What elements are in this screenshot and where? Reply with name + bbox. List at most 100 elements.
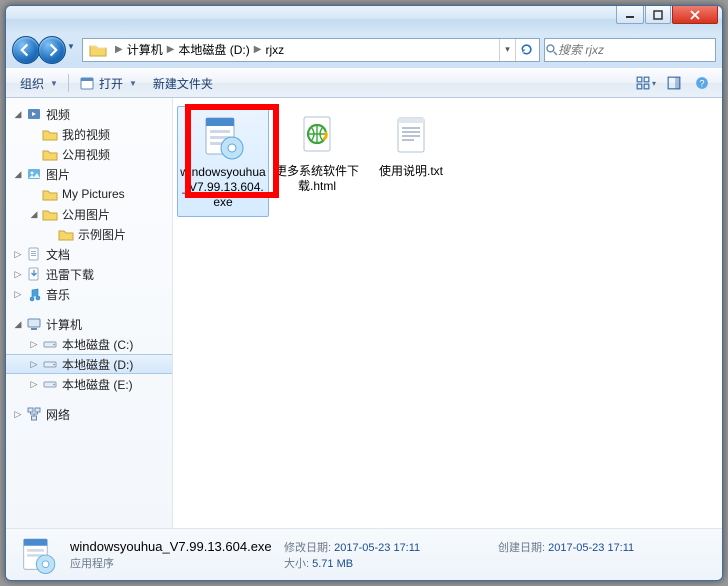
folder-icon: [42, 126, 58, 142]
preview-pane-button[interactable]: [660, 69, 688, 97]
search-icon: [545, 43, 558, 56]
svg-text:?: ?: [699, 79, 704, 89]
file-tile-exe[interactable]: windowsyouhua_V7.99.13.604.exe: [177, 106, 269, 217]
drive-icon: [42, 376, 58, 392]
new-folder-button[interactable]: 新建文件夹: [145, 69, 221, 97]
chevron-down-icon: ▼: [50, 79, 58, 88]
view-options-button[interactable]: [632, 69, 660, 97]
tree-my-pictures[interactable]: My Pictures: [6, 184, 172, 204]
expand-icon[interactable]: ▷: [12, 249, 24, 260]
tree-label: 示例图片: [76, 226, 126, 243]
tree-drive-c[interactable]: ▷ 本地磁盘 (C:): [6, 334, 172, 354]
tree-drive-e[interactable]: ▷ 本地磁盘 (E:): [6, 374, 172, 394]
details-created-label: 创建日期:: [498, 542, 545, 554]
open-label: 打开: [99, 75, 123, 92]
body: ◢ 视频 我的视频 公用视频 ◢ 图片: [6, 98, 722, 528]
details-modified-value: 2017-05-23 17:11: [334, 542, 420, 554]
maximize-icon: [653, 10, 663, 20]
library-music-icon: [26, 286, 42, 302]
details-created: 创建日期: 2017-05-23 17:11: [498, 539, 712, 555]
close-icon: [690, 10, 700, 20]
tree-label: 视频: [44, 106, 70, 123]
tree-label: 图片: [44, 166, 70, 183]
exe-installer-icon: [195, 111, 251, 163]
minimize-icon: [625, 10, 635, 20]
back-button[interactable]: [12, 36, 40, 64]
tree-public-videos[interactable]: 公用视频: [6, 144, 172, 164]
html-file-icon: [289, 110, 345, 162]
txt-file-icon: [383, 110, 439, 162]
expand-icon[interactable]: ▷: [12, 289, 24, 300]
folder-icon: [42, 206, 58, 222]
tree-label: 本地磁盘 (D:): [60, 356, 133, 373]
tree-label: 我的视频: [60, 126, 110, 143]
library-pictures-icon: [26, 166, 42, 182]
folder-icon: [58, 226, 74, 242]
navigation-pane[interactable]: ◢ 视频 我的视频 公用视频 ◢ 图片: [6, 98, 173, 528]
breadcrumb-sep: ▶: [111, 44, 127, 55]
expand-icon[interactable]: ▷: [12, 409, 24, 420]
file-tile-txt[interactable]: 使用说明.txt: [365, 106, 457, 185]
forward-button[interactable]: [38, 36, 66, 64]
search-input[interactable]: [558, 43, 715, 57]
breadcrumb-computer[interactable]: 计算机: [127, 41, 163, 58]
file-list[interactable]: windowsyouhua_V7.99.13.604.exe 更多系统软件下载.…: [173, 98, 722, 528]
tree-public-pictures[interactable]: ◢ 公用图片: [6, 204, 172, 224]
tree-label: 计算机: [44, 316, 82, 333]
collapse-icon[interactable]: ◢: [12, 109, 24, 120]
maximize-button[interactable]: [645, 6, 671, 24]
breadcrumb-folder[interactable]: rjxz: [265, 43, 284, 57]
refresh-button[interactable]: [515, 39, 537, 61]
titlebar: [6, 6, 722, 34]
details-modified: 修改日期: 2017-05-23 17:11: [284, 539, 498, 555]
expand-icon[interactable]: ▷: [28, 359, 40, 370]
file-tile-html[interactable]: 更多系统软件下载.html: [271, 106, 363, 200]
address-bar[interactable]: ▶ 计算机 ▶ 本地磁盘 (D:) ▶ rjxz ▾: [82, 38, 540, 62]
tree-documents[interactable]: ▷ 文档: [6, 244, 172, 264]
organize-label: 组织: [20, 75, 44, 92]
expand-icon[interactable]: ▷: [28, 379, 40, 390]
folder-icon: [42, 146, 58, 162]
tree-xunlei[interactable]: ▷ 迅雷下载: [6, 264, 172, 284]
close-button[interactable]: [672, 6, 718, 24]
collapse-icon[interactable]: ◢: [28, 209, 40, 220]
breadcrumb-drive[interactable]: 本地磁盘 (D:): [178, 41, 249, 58]
tree-pictures[interactable]: ◢ 图片: [6, 164, 172, 184]
expand-icon[interactable]: ▷: [12, 269, 24, 280]
tree-label: 本地磁盘 (C:): [60, 336, 133, 353]
nav-buttons: ▼: [12, 36, 78, 64]
details-size: 大小: 5.71 MB: [284, 555, 498, 571]
tree-label: 音乐: [44, 286, 70, 303]
drive-icon: [42, 356, 58, 372]
tree-network[interactable]: ▷ 网络: [6, 404, 172, 424]
nav-history-dropdown[interactable]: ▼: [64, 36, 78, 58]
toolbar-divider: [68, 74, 69, 92]
collapse-icon[interactable]: ◢: [12, 319, 24, 330]
tree-computer[interactable]: ◢ 计算机: [6, 314, 172, 334]
open-button[interactable]: 打开 ▼: [71, 69, 145, 97]
organize-menu[interactable]: 组织 ▼: [12, 69, 66, 97]
expand-icon[interactable]: ▷: [28, 339, 40, 350]
tree-sample-pictures[interactable]: 示例图片: [6, 224, 172, 244]
collapse-icon[interactable]: ◢: [12, 169, 24, 180]
nav-row: ▼ ▶ 计算机 ▶ 本地磁盘 (D:) ▶ rjxz ▾: [6, 34, 722, 68]
refresh-icon: [520, 43, 533, 56]
view-icon: [636, 76, 650, 90]
search-box[interactable]: [544, 38, 716, 62]
tree-label: 迅雷下载: [44, 266, 94, 283]
preview-pane-icon: [667, 76, 681, 90]
tree-videos[interactable]: ◢ 视频: [6, 104, 172, 124]
tree-label: My Pictures: [60, 187, 125, 201]
tree-drive-d[interactable]: ▷ 本地磁盘 (D:): [6, 354, 172, 374]
arrow-left-icon: [19, 43, 33, 57]
address-dropdown[interactable]: ▾: [499, 39, 515, 61]
help-button[interactable]: ?: [688, 69, 716, 97]
folder-icon: [42, 186, 58, 202]
details-modified-label: 修改日期:: [284, 542, 331, 554]
computer-icon: [26, 316, 42, 332]
minimize-button[interactable]: [616, 6, 644, 24]
tree-music[interactable]: ▷ 音乐: [6, 284, 172, 304]
details-size-label: 大小:: [284, 558, 309, 570]
tree-my-videos[interactable]: 我的视频: [6, 124, 172, 144]
drive-icon: [42, 336, 58, 352]
